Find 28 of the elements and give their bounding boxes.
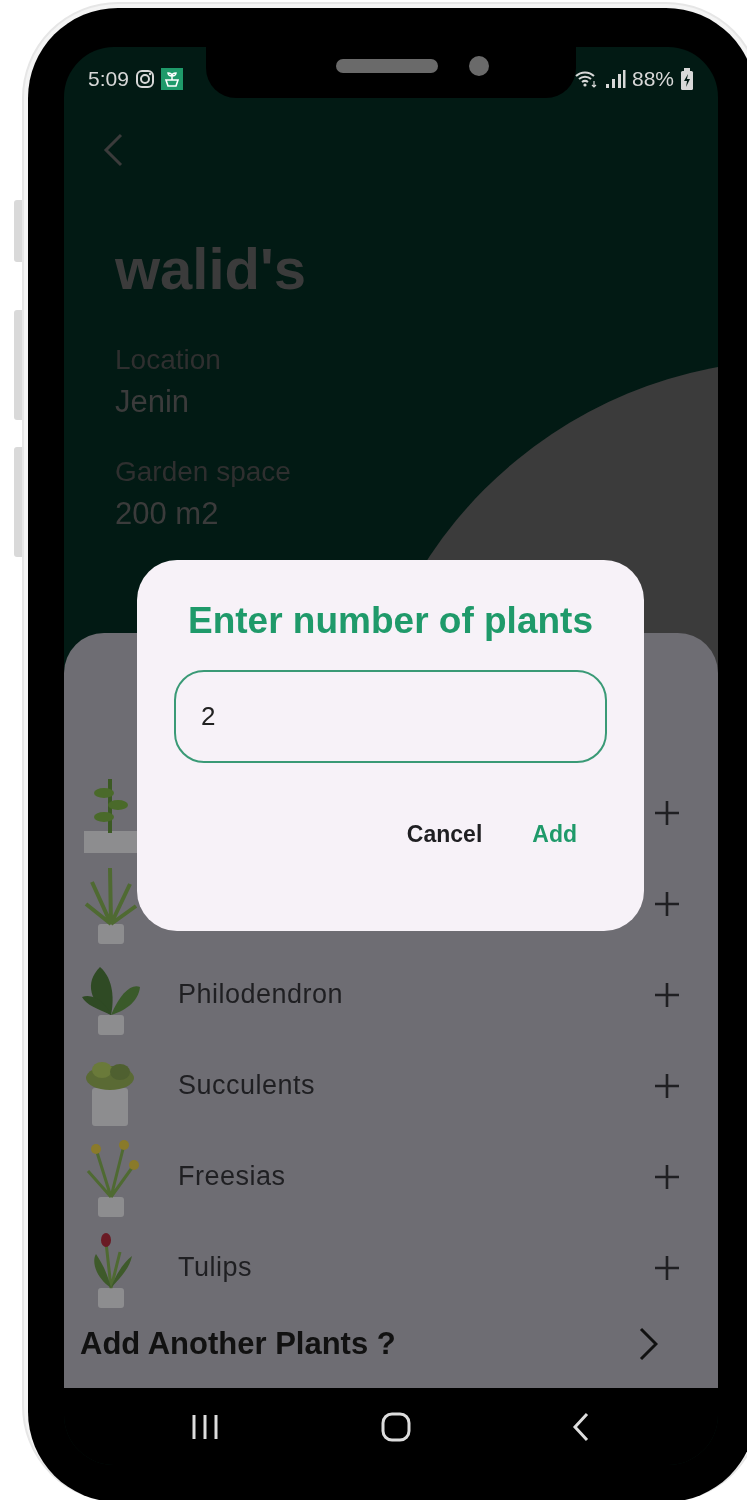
garden-title: walid's [115,235,308,302]
sprout-icon [160,68,183,90]
dialog-title: Enter number of plants [187,600,594,642]
plant-name: Tulips [178,1252,254,1283]
chevron-right-icon[interactable] [638,1327,658,1361]
number-input[interactable]: 2 [174,670,607,763]
camera-icon [134,69,155,89]
home-icon[interactable] [380,1411,411,1442]
add-icon[interactable] [654,981,680,1008]
field-value: Jenin [115,384,191,420]
field-value: 200 m2 [115,496,220,532]
plant-name: Philodendron [178,979,345,1010]
add-icon[interactable] [654,890,680,917]
add-icon[interactable] [654,1072,680,1099]
camera [469,56,489,76]
add-icon[interactable] [654,1254,680,1281]
battery-percent: 88% [631,67,674,91]
plant-name: Succulents [178,1070,317,1101]
wifi-icon [573,69,598,89]
cancel-button[interactable]: Cancel [396,815,493,854]
plant-name: Freesias [178,1161,287,1192]
status-time: 5:09 [88,67,129,91]
battery-charging-icon [680,68,694,90]
signal-icon [603,69,626,89]
recent-apps-icon[interactable] [191,1413,219,1440]
add-icon[interactable] [654,799,680,826]
add-another-link[interactable]: Add Another Plants ? [80,1326,396,1362]
add-icon[interactable] [654,1163,680,1190]
